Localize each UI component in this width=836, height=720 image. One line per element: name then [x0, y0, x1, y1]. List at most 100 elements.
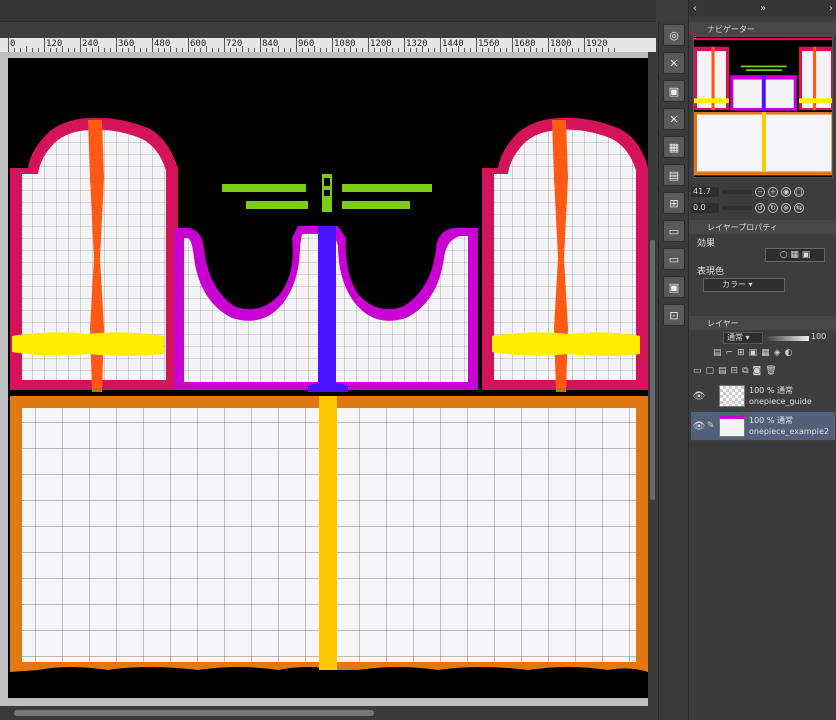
opacity-value[interactable]: 100 — [811, 332, 826, 341]
zoom-slider-row[interactable]: 41.7 − + ◉ □ — [691, 186, 835, 198]
eye-icon[interactable]: 👁 — [691, 391, 707, 402]
navigator-title: ナビゲーター — [707, 24, 755, 34]
folder-icon[interactable]: ▤ — [718, 366, 727, 378]
display-color-select[interactable]: カラー ▾ — [703, 278, 785, 292]
new-vector-icon[interactable]: ▢ — [706, 366, 715, 378]
uv-template-drawing — [10, 117, 648, 672]
blend-mode-value: 通常 — [727, 333, 743, 342]
blend-mode-select[interactable]: 通常 ▾ — [723, 332, 763, 344]
right-sleeve-piece — [482, 117, 648, 392]
horizontal-scroll-thumb[interactable] — [14, 710, 374, 716]
rotate-slider-row[interactable]: 0.0 ↺ ↻ ⊗ ⇆ — [691, 202, 835, 214]
opacity-slider[interactable] — [767, 336, 809, 341]
ruler-label: 720 — [226, 39, 243, 49]
ruler-label: 480 — [154, 39, 171, 49]
layer-options-row: ▤ ⌐ ⊞ ▣ ▦ ◈ ◐ — [713, 348, 792, 360]
ruler-tick — [476, 38, 477, 52]
ruler-label: 840 — [262, 39, 279, 49]
collapse-icon[interactable]: ‹ — [693, 3, 697, 14]
folder-icon[interactable]: ▭ — [663, 220, 685, 242]
grid-icon[interactable]: ▦ — [663, 136, 685, 158]
camera-icon[interactable]: ▣ — [663, 80, 685, 102]
effect-label: 効果 — [697, 239, 716, 249]
ruler-tick — [332, 38, 333, 52]
ruler-tick — [44, 38, 45, 52]
close-icon[interactable]: ✕ — [663, 52, 685, 74]
effect-buttons[interactable]: ○ ▦ ▣ — [765, 248, 825, 262]
grid-icon[interactable]: ▦ — [761, 348, 770, 360]
bodice-piece — [174, 226, 478, 392]
map-icon[interactable]: ⊞ — [663, 192, 685, 214]
right-arrow-icon[interactable]: › — [829, 3, 833, 14]
ruler-tick — [440, 38, 441, 52]
panel-tab-strip: ‹ » › — [689, 0, 836, 16]
right-panel: ‹ » › ナビゲーター 41.7 − + ◉ □ 0.0 ↺ ↻ ⊗ ⇆ レイ… — [688, 0, 836, 720]
ruler-label: 360 — [118, 39, 135, 49]
layer-actions-row: ▭ ▢ ▤ ⊟ ⧉ ◙ 🗑 — [693, 366, 777, 378]
folder-icon[interactable]: ▤ — [663, 164, 685, 186]
layer-row-selected[interactable]: 👁 ✎ 100 % 通常 onepiece_example2 — [691, 412, 835, 440]
copy-icon[interactable]: ⧉ — [742, 366, 748, 378]
collar-guide-marks — [222, 174, 432, 212]
skirt-piece — [10, 396, 648, 672]
close-icon[interactable]: ✕ — [663, 108, 685, 130]
zoom-value[interactable]: 41.7 — [691, 187, 719, 197]
layer-properties-header[interactable]: レイヤープロパティ — [689, 220, 836, 234]
rotate-value[interactable]: 0.0 — [691, 203, 719, 213]
ruler-label: 240 — [82, 39, 99, 49]
mask-icon[interactable]: ◙ — [753, 366, 762, 378]
clip-icon[interactable]: ⌐ — [726, 348, 734, 360]
ref-icon[interactable]: ⊞ — [737, 348, 745, 360]
eye-icon[interactable]: 👁 — [691, 421, 707, 432]
layer-mode: 100 % 通常 — [749, 386, 793, 395]
ruler-tick — [512, 38, 513, 52]
navigator-header[interactable]: ナビゲーター — [689, 22, 836, 36]
delete-icon[interactable]: 🗑 — [765, 366, 776, 378]
color-icon[interactable]: ◐ — [785, 348, 793, 360]
layer-name: onepiece_example2 — [749, 427, 829, 436]
ruler-tick — [224, 38, 225, 52]
canvas-area[interactable] — [0, 52, 656, 708]
layer-row[interactable]: 👁 100 % 通常 onepiece_guide — [691, 382, 835, 410]
ruler-tick — [8, 38, 9, 52]
ruler-label: 600 — [190, 39, 207, 49]
display-color-label: 表現色 — [697, 267, 725, 277]
ruler-tick — [296, 38, 297, 52]
canvas[interactable] — [8, 58, 648, 698]
zoom-slider[interactable] — [722, 190, 752, 194]
ruler-tick — [260, 38, 261, 52]
navigator-preview-image — [694, 38, 832, 176]
rotate-right-icon[interactable]: ↻ — [768, 203, 778, 213]
layer-thumbnail — [719, 385, 745, 407]
camera-icon[interactable]: ▣ — [663, 276, 685, 298]
folder-icon[interactable]: ▭ — [663, 248, 685, 270]
map-icon[interactable]: ⊡ — [663, 304, 685, 326]
ruler-tick — [188, 38, 189, 52]
merge-icon[interactable]: ⊟ — [731, 366, 739, 378]
rotate-left-icon[interactable]: ↺ — [755, 203, 765, 213]
new-layer-icon[interactable]: ▭ — [693, 366, 702, 378]
zoom-out-icon[interactable]: − — [755, 187, 765, 197]
flip-icon[interactable]: ⇆ — [794, 203, 804, 213]
ruler-tick — [80, 38, 81, 52]
mask-icon[interactable]: ◈ — [774, 348, 781, 360]
layers-header[interactable]: レイヤー — [689, 316, 836, 330]
actual-size-icon[interactable]: □ — [794, 187, 804, 197]
navigator-preview[interactable] — [693, 36, 833, 178]
horizontal-scrollbar[interactable] — [0, 706, 656, 720]
ruler-tick — [584, 38, 585, 52]
zoom-icon[interactable]: ◎ — [663, 24, 685, 46]
layers-title: レイヤー — [707, 318, 739, 328]
expand-icon[interactable]: » — [760, 3, 766, 14]
zoom-in-icon[interactable]: + — [768, 187, 778, 197]
horizontal-ruler: 0 120 240 360 480 600 720 840 960 1080 1200 1320 144… — [0, 38, 656, 52]
fit-icon[interactable]: ◉ — [781, 187, 791, 197]
lock-icon[interactable]: ▣ — [749, 348, 758, 360]
layer-properties-title: レイヤープロパティ — [707, 222, 778, 232]
lock-icon[interactable]: ▤ — [713, 348, 722, 360]
reset-rotate-icon[interactable]: ⊗ — [781, 203, 791, 213]
layer-list-empty-area[interactable] — [689, 442, 836, 720]
top-toolbar — [0, 0, 656, 22]
vertical-scroll-thumb[interactable] — [650, 240, 655, 500]
rotate-slider[interactable] — [722, 206, 752, 210]
